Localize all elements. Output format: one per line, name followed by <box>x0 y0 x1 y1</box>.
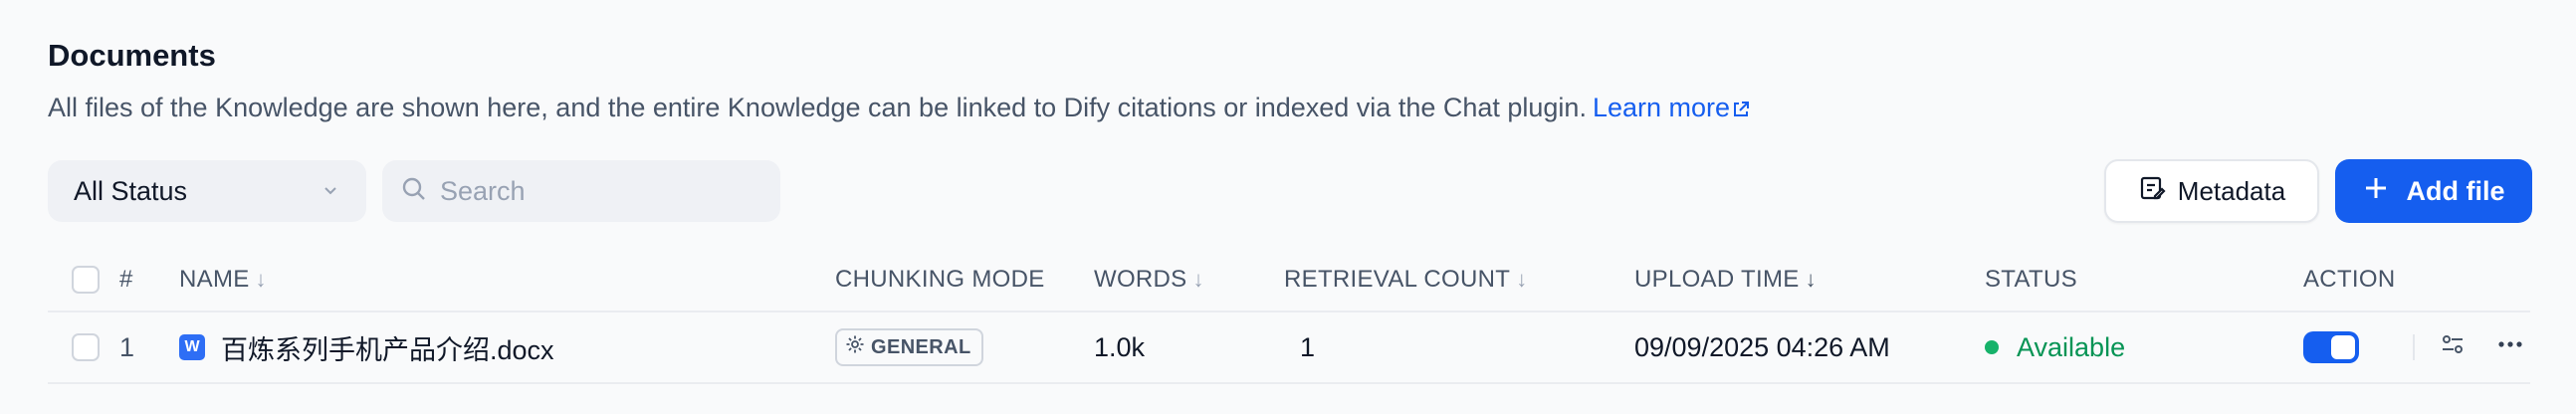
metadata-button[interactable]: Metadata <box>2104 159 2319 223</box>
row-index: 1 <box>119 331 135 362</box>
row-name-cell[interactable]: W 百炼系列手机产品介绍.docx <box>179 312 554 382</box>
documents-table: # NAME ↓ CHUNKING MODE WORDS ↓ RETRIEVAL… <box>48 249 2530 384</box>
chunking-mode-label: GENERAL <box>871 335 971 358</box>
status-text: Available <box>2017 331 2126 362</box>
sliders-icon <box>2439 330 2467 365</box>
row-retrieval-count: 1 <box>1300 331 1316 362</box>
page-description: All files of the Knowledge are shown her… <box>48 90 1750 127</box>
documents-page: Documents All files of the Knowledge are… <box>0 0 2576 414</box>
add-file-label: Add file <box>2406 175 2505 206</box>
toggle-knob <box>2331 335 2355 359</box>
chunking-mode-badge: GENERAL <box>835 328 983 366</box>
status-dot-icon <box>1985 340 1999 354</box>
add-file-button[interactable]: Add file <box>2335 159 2532 223</box>
more-options-button[interactable] <box>2490 327 2530 367</box>
page-title: Documents <box>48 38 216 73</box>
more-dots-icon <box>2496 330 2524 365</box>
select-all-checkbox[interactable] <box>72 266 100 294</box>
col-chunking-mode: CHUNKING MODE <box>835 266 1045 293</box>
sort-arrow-icon: ↓ <box>1516 267 1528 292</box>
row-chunking-mode-cell: GENERAL <box>835 312 983 382</box>
row-words: 1.0k <box>1094 331 1146 362</box>
col-words-label: WORDS <box>1094 266 1187 293</box>
sort-arrow-icon: ↓ <box>255 267 267 292</box>
status-filter-value: All Status <box>74 175 188 206</box>
chevron-down-icon <box>321 176 340 207</box>
select-all-cell <box>72 249 100 310</box>
description-text: All files of the Knowledge are shown her… <box>48 93 1587 122</box>
col-words[interactable]: WORDS ↓ <box>1094 249 1204 310</box>
status-filter-select[interactable]: All Status <box>48 160 366 222</box>
action-divider <box>2413 334 2415 360</box>
enable-toggle[interactable] <box>2303 331 2359 363</box>
learn-more-label: Learn more <box>1592 93 1731 122</box>
col-name-label: NAME <box>179 266 250 293</box>
word-file-icon: W <box>179 334 205 360</box>
col-index: # <box>119 266 133 293</box>
col-retrieval-count[interactable]: RETRIEVAL COUNT ↓ <box>1284 249 1528 310</box>
col-upload-time-label: UPLOAD TIME <box>1634 266 1800 293</box>
search-box[interactable] <box>382 160 780 222</box>
row-upload-time: 09/09/2025 04:26 AM <box>1634 331 1890 362</box>
settings-sliders-button[interactable] <box>2433 327 2472 367</box>
row-status-cell: Available <box>1985 312 2125 382</box>
table-row[interactable]: 1 W 百炼系列手机产品介绍.docx GENERAL 1.0k 1 09/09… <box>48 312 2530 384</box>
col-name[interactable]: NAME ↓ <box>179 249 267 310</box>
metadata-label: Metadata <box>2177 175 2286 206</box>
table-header: # NAME ↓ CHUNKING MODE WORDS ↓ RETRIEVAL… <box>48 249 2530 312</box>
sort-arrow-icon: ↓ <box>1805 267 1817 292</box>
row-file-name[interactable]: 百炼系列手机产品介绍.docx <box>221 328 554 367</box>
search-icon <box>400 175 428 208</box>
external-link-icon <box>1732 92 1750 127</box>
learn-more-link[interactable]: Learn more <box>1593 93 1750 122</box>
col-upload-time[interactable]: UPLOAD TIME ↓ <box>1634 249 1817 310</box>
col-action: ACTION <box>2303 266 2396 293</box>
col-status: STATUS <box>1985 266 2077 293</box>
sort-arrow-icon: ↓ <box>1192 267 1204 292</box>
col-retrieval-count-label: RETRIEVAL COUNT <box>1284 266 1511 293</box>
gear-icon <box>845 334 865 360</box>
metadata-icon <box>2138 174 2166 209</box>
row-checkbox[interactable] <box>72 333 100 361</box>
row-select-cell <box>72 312 100 382</box>
search-input[interactable] <box>438 174 760 208</box>
row-actions-cell <box>2303 312 2530 382</box>
plus-icon <box>2363 175 2389 208</box>
